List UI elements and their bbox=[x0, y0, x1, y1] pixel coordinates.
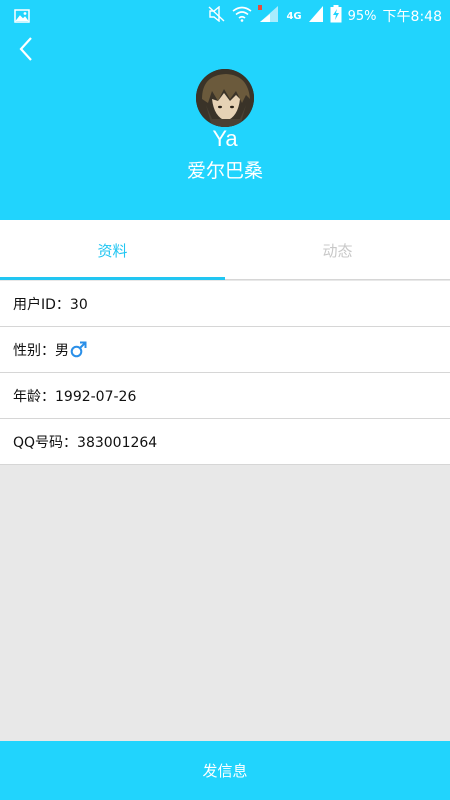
qq-text: QQ号码：383001264 bbox=[13, 434, 158, 451]
signal-icon-secondary bbox=[308, 5, 324, 27]
wifi-icon bbox=[232, 6, 252, 26]
user-id-text: 用户ID：30 bbox=[13, 296, 88, 313]
battery-charging-icon bbox=[330, 5, 342, 27]
status-bar: 4G 95% 下午8:48 bbox=[0, 0, 450, 32]
profile-tabs: 资料 动态 bbox=[0, 220, 450, 280]
user-id-row: 用户ID：30 bbox=[0, 281, 450, 327]
battery-percent: 95% bbox=[347, 8, 377, 24]
avatar[interactable] bbox=[196, 69, 254, 127]
tab-profile-label: 资料 bbox=[97, 241, 128, 260]
male-symbol-icon bbox=[70, 341, 87, 358]
tab-active-indicator bbox=[0, 277, 225, 280]
mute-icon bbox=[208, 5, 226, 26]
network-type: 4G bbox=[286, 10, 302, 22]
chevron-left-icon bbox=[18, 36, 34, 66]
username: 爱尔巴桑 bbox=[186, 160, 263, 182]
tab-moments[interactable]: 动态 bbox=[225, 220, 450, 280]
back-button[interactable] bbox=[12, 36, 40, 66]
age-text: 年龄：1992-07-26 bbox=[13, 388, 137, 405]
send-message-button[interactable]: 发信息 bbox=[0, 741, 450, 800]
gender-row: 性别：男 bbox=[0, 327, 450, 373]
nickname: Ya bbox=[212, 126, 238, 151]
clock: 下午8:48 bbox=[382, 9, 442, 25]
profile-header: 4G 95% 下午8:48 Ya 爱尔巴桑 bbox=[0, 0, 450, 220]
profile-info-list: 用户ID：30 性别：男 年龄：1992-07-26 QQ号码：38300126… bbox=[0, 281, 450, 465]
gender-text: 性别：男 bbox=[13, 342, 69, 359]
signal-icon bbox=[258, 5, 280, 27]
gallery-icon bbox=[14, 9, 30, 27]
qq-row: QQ号码：383001264 bbox=[0, 419, 450, 465]
tab-moments-label: 动态 bbox=[322, 241, 353, 260]
send-message-label: 发信息 bbox=[202, 762, 248, 780]
tab-profile[interactable]: 资料 bbox=[0, 220, 225, 280]
age-row: 年龄：1992-07-26 bbox=[0, 373, 450, 419]
